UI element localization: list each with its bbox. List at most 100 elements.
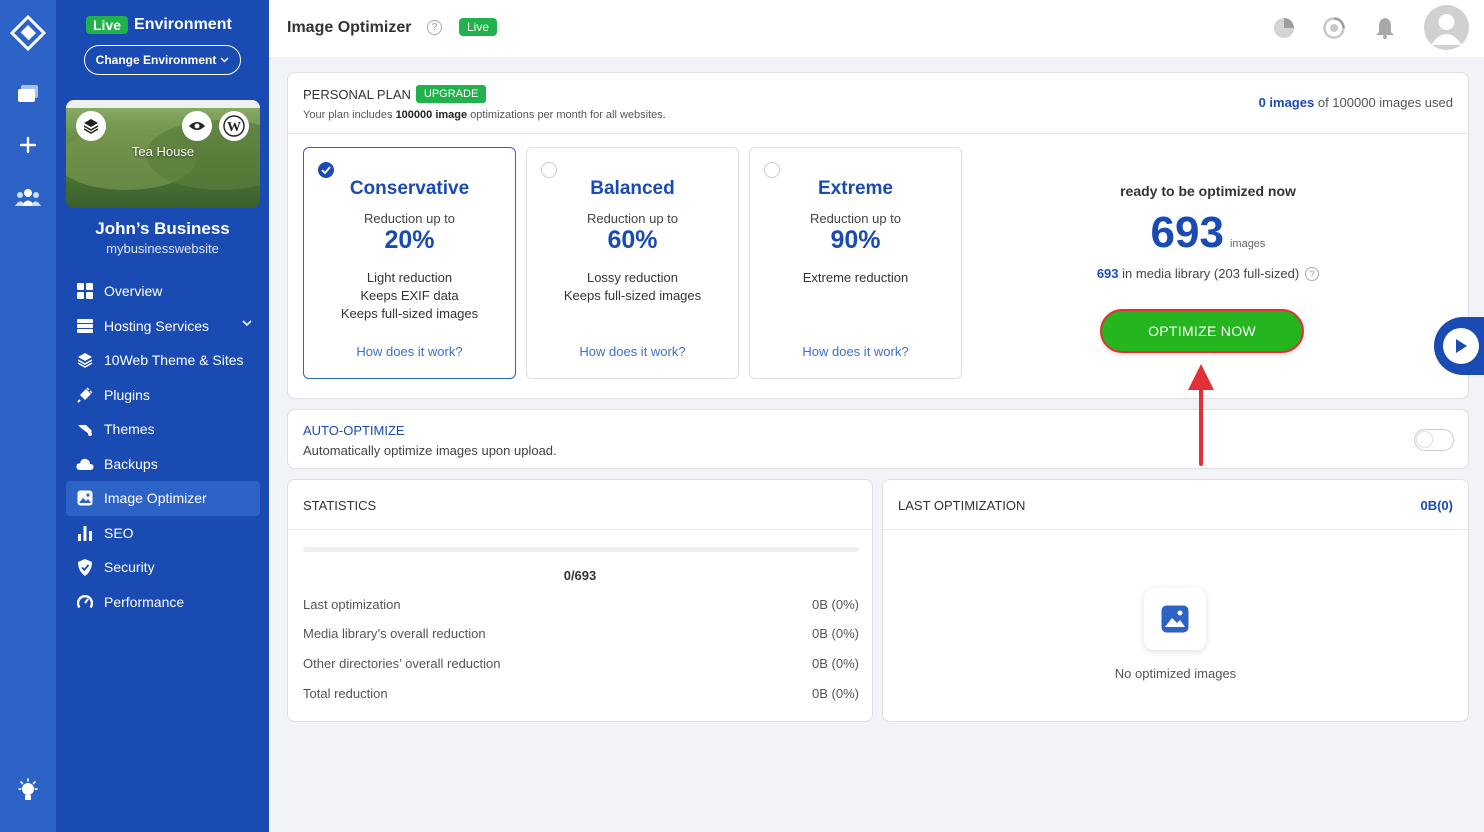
mode-card-extreme[interactable]: Extreme Reduction up to 90% Extreme redu… bbox=[749, 147, 962, 379]
mode-desc-line: Keeps EXIF data bbox=[360, 288, 459, 303]
sidebar-item-label: Security bbox=[104, 559, 155, 576]
media-library-count: 693 in media library (203 full-sized) ? bbox=[988, 266, 1428, 281]
last-optimization-panel: LAST OPTIMIZATION 0B(0) No optimized ima… bbox=[882, 479, 1469, 722]
plan-desc-prefix: Your plan includes bbox=[303, 109, 393, 121]
layers-icon bbox=[76, 351, 94, 369]
help-icon[interactable]: ? bbox=[1305, 266, 1320, 281]
stat-row: Media library’s overall reduction 0B (0%… bbox=[303, 626, 859, 641]
mode-description: Lossy reduction Keeps full-sized images bbox=[527, 269, 738, 305]
website-url[interactable]: mybusinesswebsite bbox=[56, 241, 269, 256]
change-environment-button[interactable]: Change Environment bbox=[84, 45, 241, 75]
auto-optimize-toggle[interactable] bbox=[1414, 429, 1454, 451]
lightbulb-icon[interactable] bbox=[12, 775, 44, 807]
how-it-works-link[interactable]: How does it work? bbox=[304, 344, 515, 359]
icon-rail bbox=[0, 0, 56, 832]
change-environment-label: Change Environment bbox=[95, 53, 217, 67]
avatar[interactable] bbox=[1424, 5, 1469, 50]
layers-icon[interactable] bbox=[76, 111, 106, 141]
sidebar-item-10web-theme-sites[interactable]: 10Web Theme & Sites bbox=[66, 343, 260, 378]
speed-gauge-icon[interactable] bbox=[1321, 15, 1347, 41]
sidebar-item-seo[interactable]: SEO bbox=[66, 516, 260, 551]
mode-percentage: 20% bbox=[384, 226, 435, 254]
sidebar-item-themes[interactable]: Themes bbox=[66, 412, 260, 447]
add-icon[interactable] bbox=[12, 129, 44, 161]
radio-unchecked-icon[interactable] bbox=[541, 162, 557, 178]
stat-row: Total reduction 0B (0%) bbox=[303, 686, 859, 701]
auto-optimize-description: Automatically optimize images upon uploa… bbox=[303, 443, 557, 458]
mode-subtitle: Reduction up to bbox=[363, 211, 456, 226]
mode-title: Extreme bbox=[818, 178, 893, 199]
stat-label: Other directories’ overall reduction bbox=[303, 656, 501, 671]
pie-chart-icon[interactable] bbox=[1271, 15, 1297, 41]
images-used-count: 0 images bbox=[1258, 95, 1315, 110]
bell-icon[interactable] bbox=[1372, 15, 1398, 41]
help-icon[interactable]: ? bbox=[427, 20, 442, 35]
ready-count-unit: images bbox=[1229, 238, 1266, 250]
sidebar-item-label: Hosting Services bbox=[104, 317, 210, 334]
mode-percentage: 90% bbox=[830, 226, 881, 254]
media-library-suffix: in media library (203 full-sized) bbox=[1122, 266, 1300, 281]
site-preview-card[interactable]: Tea House W bbox=[66, 100, 260, 208]
mode-subtitle: Reduction up to bbox=[586, 211, 679, 226]
stat-value: 0B (0%) bbox=[812, 597, 859, 612]
ready-count-number: 693 bbox=[1150, 208, 1224, 257]
tenweb-logo-icon[interactable] bbox=[8, 14, 48, 54]
sidebar-item-label: Overview bbox=[104, 283, 163, 300]
brush-icon bbox=[76, 420, 94, 438]
sidebar-nav: Overview Hosting Services 10Web Theme & … bbox=[66, 274, 260, 619]
upgrade-button[interactable]: UPGRADE bbox=[415, 85, 487, 103]
svg-text:W: W bbox=[227, 120, 241, 135]
plan-desc-suffix: optimizations per month for all websites… bbox=[470, 109, 666, 121]
page-title: Image Optimizer bbox=[287, 19, 412, 36]
optimize-now-button[interactable]: OPTIMIZE NOW bbox=[1100, 309, 1304, 353]
sidebar-item-performance[interactable]: Performance bbox=[66, 585, 260, 620]
sidebar-item-image-optimizer[interactable]: Image Optimizer bbox=[66, 481, 260, 516]
mode-card-balanced[interactable]: Balanced Reduction up to 60% Lossy reduc… bbox=[526, 147, 739, 379]
mode-desc-line: Lossy reduction bbox=[586, 270, 679, 285]
preview-eye-icon[interactable] bbox=[182, 111, 212, 141]
sidebar-item-hosting-services[interactable]: Hosting Services bbox=[66, 309, 260, 344]
image-icon bbox=[76, 489, 94, 507]
sidebar-item-security[interactable]: Security bbox=[66, 550, 260, 585]
sidebar-item-label: Image Optimizer bbox=[104, 490, 207, 507]
sidebar-item-overview[interactable]: Overview bbox=[66, 274, 260, 309]
mode-subtitle: Reduction up to bbox=[809, 211, 902, 226]
sidebar: Live Environment Change Environment Tea … bbox=[56, 0, 269, 832]
images-used: 0 images of 100000 images used bbox=[1259, 95, 1453, 110]
plan-description: Your plan includes 100000 image optimiza… bbox=[303, 109, 666, 121]
video-tutorial-tab[interactable] bbox=[1434, 317, 1484, 375]
how-it-works-link[interactable]: How does it work? bbox=[527, 344, 738, 359]
environment-title: Live Environment bbox=[86, 16, 232, 34]
mode-percentage: 60% bbox=[607, 226, 658, 254]
sidebar-item-label: Themes bbox=[104, 421, 155, 438]
statistics-panel: STATISTICS 0/693 Last optimization 0B (0… bbox=[287, 479, 873, 722]
server-icon bbox=[76, 317, 94, 335]
sidebar-item-label: SEO bbox=[104, 524, 134, 541]
mode-desc-line: Extreme reduction bbox=[802, 270, 909, 285]
mode-title: Conservative bbox=[349, 178, 470, 199]
live-badge: Live bbox=[86, 16, 129, 34]
how-it-works-link[interactable]: How does it work? bbox=[750, 344, 961, 359]
stat-label: Total reduction bbox=[303, 686, 388, 701]
wordpress-icon[interactable]: W bbox=[219, 111, 249, 141]
live-badge: Live bbox=[459, 18, 498, 36]
grid-icon bbox=[76, 282, 94, 300]
last-optimization-summary[interactable]: 0B(0) bbox=[1420, 498, 1453, 513]
sidebar-item-backups[interactable]: Backups bbox=[66, 447, 260, 482]
bar-chart-icon bbox=[76, 524, 94, 542]
site-thumbnail-title: Tea House bbox=[131, 144, 195, 159]
websites-icon[interactable] bbox=[12, 78, 44, 110]
sidebar-item-label: 10Web Theme & Sites bbox=[104, 352, 244, 369]
mode-desc-line: Keeps full-sized images bbox=[340, 306, 479, 321]
team-icon[interactable] bbox=[12, 181, 44, 213]
sidebar-item-label: Plugins bbox=[104, 386, 150, 403]
sidebar-item-plugins[interactable]: Plugins bbox=[66, 378, 260, 413]
plan-desc-count: 100000 image bbox=[395, 109, 468, 121]
sidebar-item-label: Backups bbox=[104, 455, 158, 472]
statistics-title: STATISTICS bbox=[303, 498, 377, 513]
radio-unchecked-icon[interactable] bbox=[764, 162, 780, 178]
mode-description: Light reduction Keeps EXIF data Keeps fu… bbox=[304, 269, 515, 323]
radio-checked-icon[interactable] bbox=[318, 162, 334, 178]
mode-card-conservative[interactable]: Conservative Reduction up to 20% Light r… bbox=[303, 147, 516, 379]
mode-desc-line: Light reduction bbox=[366, 270, 453, 285]
